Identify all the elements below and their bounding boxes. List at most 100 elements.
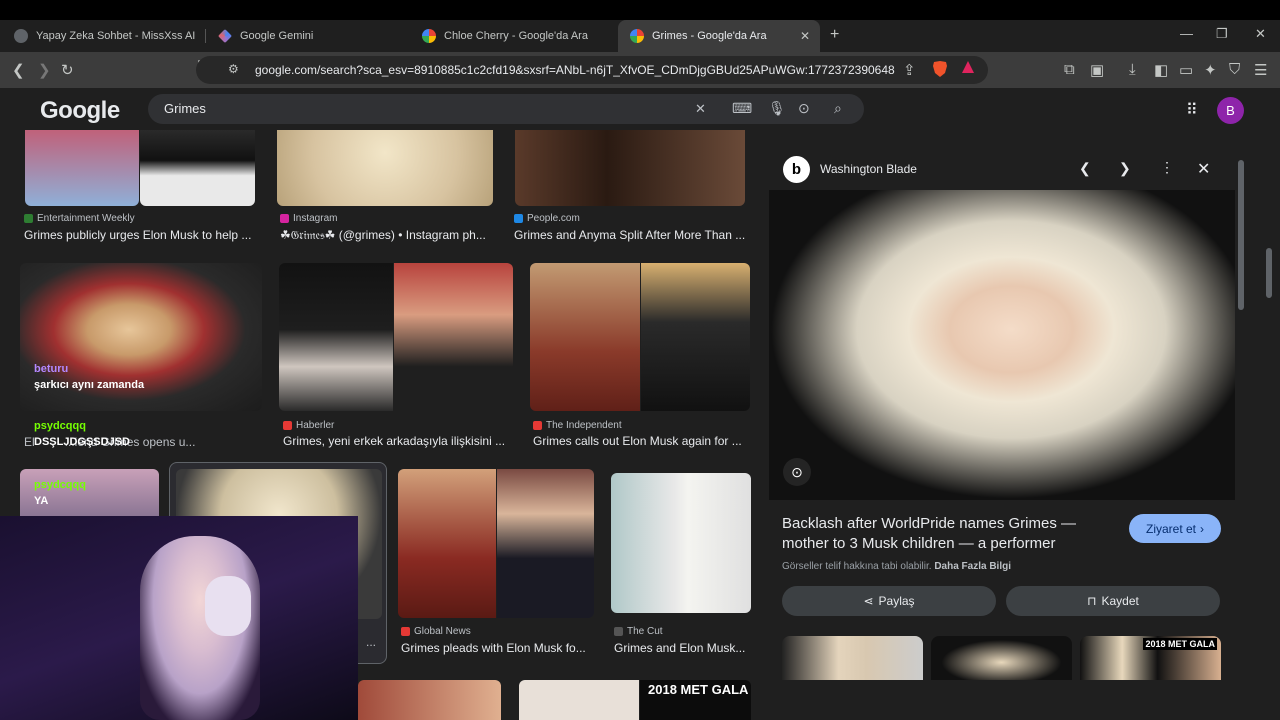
result-title[interactable]: Grimes and Elon Musk... <box>614 641 750 655</box>
google-icon <box>422 29 436 43</box>
site-name[interactable]: Washington Blade <box>820 162 917 176</box>
result-source[interactable]: The Cut <box>614 626 663 637</box>
chat-message: YA <box>34 495 49 507</box>
preview-headline[interactable]: Backlash after WorldPride names Grimes —… <box>782 514 1092 554</box>
result-title[interactable]: Grimes and Anyma Split After More Than .… <box>514 228 748 242</box>
site-info-icon[interactable]: ⚙ <box>228 62 239 76</box>
preview-image[interactable]: ⊙ <box>769 190 1235 500</box>
result-image[interactable] <box>279 263 393 411</box>
tab-missxss[interactable]: Yapay Zeka Sohbet - MissXss AI Bot S <box>2 20 202 52</box>
related-image[interactable]: 2018 MET GALA <box>1080 636 1221 680</box>
url-text[interactable]: google.com/search?sca_esv=8910885c1c2cfd… <box>255 63 895 77</box>
source-icon <box>24 214 33 223</box>
result-source[interactable]: Haberler <box>283 420 334 431</box>
visit-button[interactable]: Ziyaret et › <box>1129 514 1221 543</box>
brave-rewards-icon[interactable] <box>961 60 975 78</box>
search-icon[interactable]: ⌕ <box>834 100 842 117</box>
search-box[interactable]: Grimes ✕ ⌨ 🎙 ⊙ ⌕ <box>148 94 864 124</box>
prev-icon[interactable]: ❮ <box>1079 160 1091 177</box>
google-logo[interactable]: Google <box>40 97 120 125</box>
result-image[interactable] <box>515 130 745 206</box>
tab-grimes[interactable]: Grimes - Google'da Ara ✕ <box>618 20 820 52</box>
tab-chloe-cherry[interactable]: Chloe Cherry - Google'da Ara <box>410 20 610 52</box>
save-button[interactable]: ⊓ Kaydet <box>1006 586 1220 616</box>
result-image[interactable] <box>641 263 750 411</box>
result-title[interactable]: Grimes, yeni erkek arkadaşıyla ilişkisin… <box>283 434 513 448</box>
result-source[interactable]: The Independent <box>533 420 622 431</box>
result-image[interactable] <box>25 130 139 206</box>
voice-search-icon[interactable]: 🎙 <box>768 100 786 117</box>
result-title[interactable]: Grimes publicly urges Elon Musk to help … <box>24 228 256 242</box>
google-icon <box>630 29 644 43</box>
restore-icon[interactable]: ❐ <box>1216 26 1228 42</box>
lens-icon[interactable]: ⊙ <box>798 100 810 117</box>
sidebar-icon[interactable]: ◧ <box>1154 61 1168 79</box>
result-image[interactable] <box>358 680 501 720</box>
result-source[interactable]: Global News <box>401 626 471 637</box>
panel-scrollbar[interactable] <box>1238 150 1244 682</box>
more-options-icon[interactable]: ⋮ <box>1160 159 1174 176</box>
result-image[interactable] <box>519 680 639 720</box>
lens-search-icon[interactable]: ⊙ <box>783 458 811 486</box>
close-tab-icon[interactable]: ✕ <box>800 29 810 43</box>
screenshot-icon[interactable]: ▣ <box>1090 61 1104 79</box>
bookmark-icon: ⊓ <box>1087 594 1097 608</box>
forward-icon[interactable]: ❯ <box>38 61 51 79</box>
screen: Yapay Zeka Sohbet - MissXss AI Bot S Goo… <box>0 0 1280 720</box>
result-source[interactable]: Instagram <box>280 213 337 224</box>
result-title[interactable]: Grimes calls out Elon Musk again for ... <box>533 434 747 448</box>
panel-scroll-thumb[interactable] <box>1238 160 1244 310</box>
chat-message: DSŞLJDGŞSDJSD <box>34 436 130 448</box>
result-image[interactable] <box>394 263 513 411</box>
close-panel-icon[interactable]: ✕ <box>1197 159 1210 179</box>
source-icon <box>514 214 523 223</box>
result-image[interactable] <box>530 263 640 411</box>
result-image[interactable]: 2018 MET GALA <box>640 680 751 720</box>
result-image[interactable] <box>277 130 493 206</box>
met-gala-thumb-label: 2018 MET GALA <box>1143 638 1217 650</box>
close-window-icon[interactable]: ✕ <box>1255 26 1266 42</box>
chat-username: beturu <box>34 363 69 375</box>
chat-username: psydcqqq <box>34 420 86 432</box>
related-image[interactable] <box>931 636 1072 680</box>
leo-ai-icon[interactable]: ✦ <box>1204 61 1217 79</box>
wallet-icon[interactable]: ▭ <box>1179 61 1193 79</box>
result-image[interactable] <box>140 130 255 206</box>
result-image[interactable] <box>398 469 496 618</box>
back-icon[interactable]: ❮ <box>12 61 25 79</box>
clear-search-icon[interactable]: ✕ <box>695 101 706 117</box>
share-button[interactable]: ⋖ Paylaş <box>782 586 996 616</box>
chat-username: psydcqqq <box>34 479 86 491</box>
result-image[interactable] <box>497 469 594 618</box>
result-title[interactable]: ☘𝔊𝔯𝔦𝔪𝔢𝔰☘ (@grimes) • Instagram ph... <box>280 228 492 243</box>
result-title[interactable]: Grimes pleads with Elon Musk fo... <box>401 641 595 655</box>
next-icon[interactable]: ❯ <box>1119 160 1131 177</box>
menu-icon[interactable]: ☰ <box>1254 61 1267 79</box>
vpn-icon[interactable]: ⛉ <box>1229 61 1240 78</box>
extensions-icon[interactable]: ⧉ <box>1064 61 1075 78</box>
download-icon[interactable]: ⤓ <box>1129 61 1136 78</box>
result-source[interactable]: Entertainment Weekly <box>24 213 135 224</box>
tab-strip: Yapay Zeka Sohbet - MissXss AI Bot S Goo… <box>0 20 1280 52</box>
account-avatar[interactable]: B <box>1217 97 1244 124</box>
page-scroll-thumb[interactable] <box>1266 248 1272 298</box>
site-logo-icon: b <box>783 156 810 183</box>
new-tab-button[interactable]: + <box>830 26 839 44</box>
result-image[interactable] <box>611 473 751 613</box>
chat-message: şarkıcı aynı zamanda <box>34 379 145 391</box>
share-page-icon[interactable]: ⇪ <box>903 61 916 79</box>
search-input[interactable]: Grimes <box>164 101 206 116</box>
related-image[interactable] <box>782 636 923 680</box>
streamer-webcam <box>0 516 358 720</box>
reload-icon[interactable]: ↻ <box>61 61 74 79</box>
tab-gemini[interactable]: Google Gemini <box>206 20 406 52</box>
minimize-icon[interactable]: — <box>1180 26 1193 41</box>
tab-label: Grimes - Google'da Ara <box>652 30 767 42</box>
copyright-notice: Görseller telif hakkına tabi olabilir. D… <box>782 561 1011 572</box>
tab-label: Chloe Cherry - Google'da Ara <box>444 30 588 42</box>
result-source[interactable]: People.com <box>514 213 580 224</box>
keyboard-icon[interactable]: ⌨ <box>732 100 752 117</box>
more-info-link[interactable]: Daha Fazla Bilgi <box>934 561 1011 572</box>
apps-grid-icon[interactable]: ⠿ <box>1186 100 1198 120</box>
brave-shields-icon[interactable] <box>932 60 948 82</box>
